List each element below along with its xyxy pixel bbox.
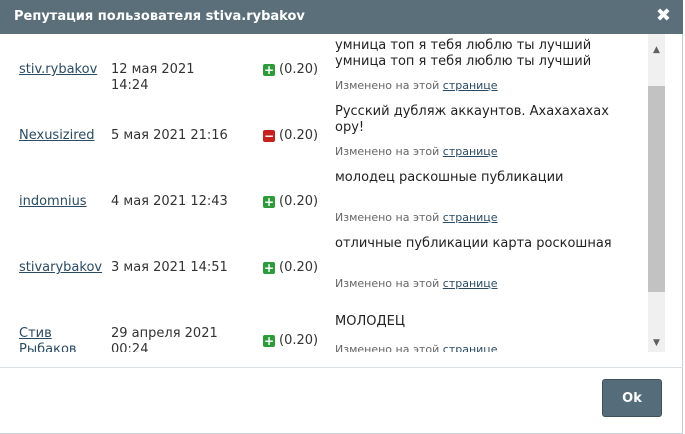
plus-icon: +	[263, 261, 275, 275]
vote-comment: МОЛОДЕЦ	[335, 314, 405, 329]
vote-value: + (0.20)	[263, 62, 318, 78]
changed-note: Изменено на этой странице	[335, 79, 498, 92]
dialog-title: Репутация пользователя stiva.rybakov	[14, 9, 305, 24]
plus-icon: +	[263, 195, 275, 209]
page-link[interactable]: странице	[443, 211, 498, 224]
vote-value: + (0.20)	[263, 333, 318, 349]
vote-amount: (0.20)	[279, 62, 319, 77]
reputation-row: Стив Рыбаков 29 апреля 2021 00:24 + (0.20…	[0, 298, 645, 352]
vote-comment: молодец раскошные публикации	[335, 170, 564, 185]
changed-note: Изменено на этой странице	[335, 145, 498, 158]
vote-date: 12 мая 2021 14:24	[111, 62, 195, 93]
vote-date: 29 апреля 2021 00:24	[111, 326, 218, 352]
reputation-row: indomnius 4 мая 2021 12:43 + (0.20) молод…	[0, 166, 645, 232]
changed-note: Изменено на этой странице	[335, 211, 498, 224]
changed-note: Изменено на этой странице	[335, 277, 498, 290]
scroll-up-arrow-icon[interactable]: ▲	[648, 42, 665, 59]
close-icon[interactable]: ✖	[656, 6, 671, 26]
vote-value: + (0.20)	[263, 194, 318, 210]
minus-icon: −	[263, 129, 275, 143]
dialog-titlebar: Репутация пользователя stiva.rybakov ✖	[0, 0, 683, 34]
vote-amount: (0.20)	[279, 128, 319, 143]
scroll-down-arrow-icon[interactable]: ▼	[648, 335, 665, 352]
vote-amount: (0.20)	[279, 260, 319, 275]
user-link[interactable]: Nexusizired	[19, 128, 99, 144]
vote-amount: (0.20)	[279, 194, 319, 209]
user-link[interactable]: stiv.rybakov	[19, 62, 99, 78]
reputation-row: Nexusizired 5 мая 2021 21:16 − (0.20) Рус…	[0, 100, 645, 166]
changed-note: Изменено на этой странице	[335, 343, 498, 352]
reputation-list: stiv.rybakov 12 мая 2021 14:24 + (0.20) у…	[0, 34, 645, 352]
user-link[interactable]: Стив Рыбаков	[19, 326, 79, 352]
page-link[interactable]: странице	[443, 145, 498, 158]
vote-value: + (0.20)	[263, 260, 318, 276]
footer-divider	[0, 367, 683, 368]
reputation-dialog: Репутация пользователя stiva.rybakov ✖ s…	[0, 0, 683, 434]
page-link[interactable]: странице	[443, 79, 498, 92]
vote-comment: отличные публикации карта роскошная	[335, 236, 612, 251]
page-link[interactable]: странице	[443, 343, 498, 352]
ok-button[interactable]: Ok	[602, 379, 662, 417]
vote-comment: умница топ я тебя люблю ты лучший умница…	[335, 38, 592, 69]
plus-icon: +	[263, 334, 275, 348]
user-link[interactable]: stivarybakov	[19, 260, 102, 276]
scrollbar-thumb[interactable]	[648, 86, 665, 292]
vote-value: − (0.20)	[263, 128, 318, 144]
plus-icon: +	[263, 63, 275, 77]
vote-date: 3 мая 2021 14:51	[111, 260, 228, 275]
vote-amount: (0.20)	[279, 333, 319, 348]
vote-comment: Русский дубляж аккаунтов. Ахахахахах ору…	[335, 104, 609, 135]
vote-date: 4 мая 2021 12:43	[111, 194, 228, 209]
reputation-row: stiv.rybakov 12 мая 2021 14:24 + (0.20) у…	[0, 34, 645, 100]
vote-date: 5 мая 2021 21:16	[111, 128, 228, 143]
vertical-scrollbar[interactable]: ▲ ▼	[648, 34, 665, 352]
page-link[interactable]: странице	[443, 277, 498, 290]
user-link[interactable]: indomnius	[19, 194, 99, 210]
reputation-row: stivarybakov 3 мая 2021 14:51 + (0.20) от…	[0, 232, 645, 298]
